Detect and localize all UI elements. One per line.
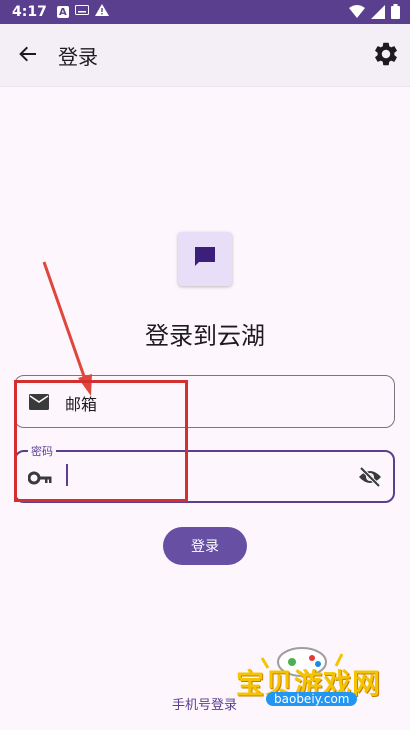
annotation-highlight-box: [14, 380, 188, 502]
login-heading: 登录到云湖: [145, 322, 265, 350]
login-button[interactable]: 登录: [163, 527, 247, 565]
back-arrow-icon[interactable]: [14, 40, 42, 68]
annotation-arrow: [42, 261, 92, 396]
status-bar: 4:17 A: [0, 0, 410, 24]
app-logo: [178, 232, 232, 286]
warning-icon: [94, 4, 109, 20]
settings-gear-icon[interactable]: [370, 38, 402, 70]
status-time: 4:17: [12, 4, 47, 20]
notification-a-icon: A: [56, 6, 69, 18]
page-title: 登录: [58, 45, 98, 69]
chat-bubble-icon: [193, 245, 217, 273]
watermark-domain: baobeiy.com: [266, 692, 358, 706]
signal-icon: [371, 4, 385, 23]
app-bar: 登录: [0, 24, 410, 87]
battery-icon: [391, 4, 400, 23]
phone-login-link[interactable]: 手机号登录: [172, 694, 237, 713]
keyboard-icon: [74, 4, 89, 20]
wifi-icon: [349, 4, 365, 23]
visibility-off-icon[interactable]: [357, 464, 383, 490]
